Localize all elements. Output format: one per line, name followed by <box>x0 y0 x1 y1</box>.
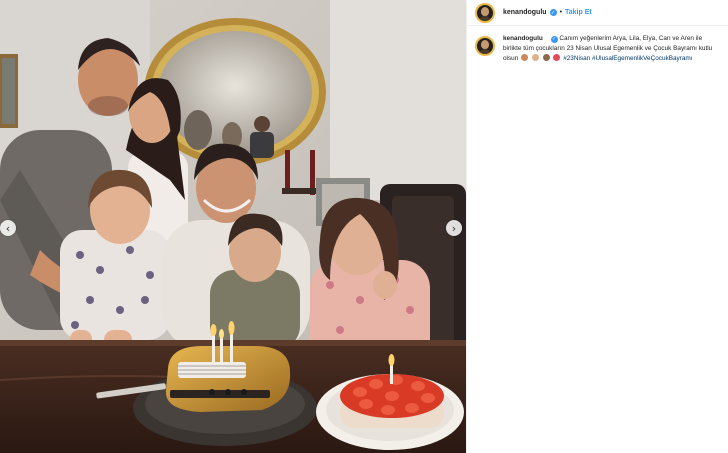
verified-badge-icon: ✓ <box>549 9 557 16</box>
emoji-icon <box>542 54 550 61</box>
caption-username-link[interactable]: kenandogulu <box>503 35 543 42</box>
emoji-icon <box>553 54 561 61</box>
follow-button[interactable]: Takip Et <box>565 9 592 16</box>
hashtag-link[interactable]: #UlusalEgemenlikVeÇocukBayramı <box>592 55 693 62</box>
separator-dot: • <box>559 9 563 16</box>
chevron-right-icon: › <box>451 221 457 235</box>
username-link[interactable]: kenandogulu <box>503 9 547 16</box>
chevron-left-icon: ‹ <box>5 221 11 235</box>
carousel-next-button[interactable]: › <box>446 220 462 236</box>
caption-text: kenandogulu ✓ Canım yeğenlerim Arya, Lil… <box>503 34 720 64</box>
carousel-prev-button[interactable]: ‹ <box>0 220 16 236</box>
avatar[interactable] <box>475 2 495 23</box>
post-caption: kenandogulu ✓ Canım yeğenlerim Arya, Lil… <box>467 26 728 64</box>
family-birthday-photo <box>0 0 466 453</box>
verified-badge-icon: ✓ <box>550 35 558 43</box>
post-header: kenandogulu ✓ • Takip Et <box>467 0 728 26</box>
instagram-post-view: ‹ › kenandogulu ✓ • Takip Et kenandogulu… <box>0 0 728 453</box>
emoji-icon <box>531 54 539 61</box>
post-photo: ‹ › <box>0 0 466 453</box>
emoji-icon <box>521 54 529 61</box>
hashtag-link[interactable]: #23Nisan <box>563 55 590 62</box>
caption-avatar[interactable] <box>475 36 495 56</box>
post-side-panel: kenandogulu ✓ • Takip Et kenandogulu ✓ C… <box>466 0 728 453</box>
